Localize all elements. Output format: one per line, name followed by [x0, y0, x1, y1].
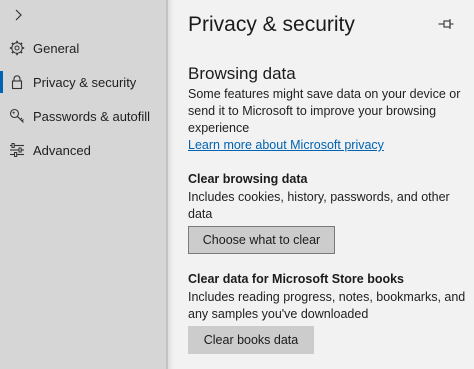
browsing-data-description: Some features might save data on your de…	[188, 87, 461, 135]
clear-books-heading: Clear data for Microsoft Store books	[188, 272, 405, 286]
settings-window: General Privacy & security Passwords & a	[0, 0, 474, 369]
sidebar-item-label: Passwords & autofill	[33, 108, 151, 124]
pin-icon	[438, 19, 454, 29]
settings-panel: Privacy & security Browsing data Some fe…	[172, 0, 474, 369]
sidebar: General Privacy & security Passwords & a	[0, 0, 168, 369]
privacy-learn-more-link[interactable]: Learn more about Microsoft privacy	[188, 138, 384, 152]
page-title: Privacy & security	[188, 13, 355, 36]
key-icon	[9, 108, 25, 124]
sidebar-item-privacy-security[interactable]: Privacy & security	[0, 66, 168, 98]
sidebar-item-label: General	[33, 40, 80, 56]
gear-icon	[9, 40, 25, 56]
sidebar-item-passwords-autofill[interactable]: Passwords & autofill	[0, 100, 168, 132]
active-indicator	[0, 71, 3, 93]
sliders-icon	[9, 142, 25, 158]
sidebar-item-label: Advanced	[33, 142, 91, 158]
choose-what-to-clear-button[interactable]: Choose what to clear	[188, 226, 335, 254]
pin-button[interactable]	[436, 14, 456, 34]
sidebar-item-general[interactable]: General	[0, 32, 168, 64]
expand-sidebar-button[interactable]	[6, 4, 30, 26]
lock-icon	[9, 74, 25, 90]
chevron-right-icon	[15, 9, 22, 21]
clear-browsing-heading: Clear browsing data	[188, 172, 308, 186]
clear-books-data-button[interactable]: Clear books data	[188, 326, 314, 354]
clear-books-description: Includes reading progress, notes, bookma…	[188, 290, 466, 321]
sidebar-item-label: Privacy & security	[33, 74, 137, 90]
clear-browsing-description: Includes cookies, history, passwords, an…	[188, 190, 450, 221]
browsing-data-heading: Browsing data	[188, 64, 296, 83]
sidebar-item-advanced[interactable]: Advanced	[0, 134, 168, 166]
